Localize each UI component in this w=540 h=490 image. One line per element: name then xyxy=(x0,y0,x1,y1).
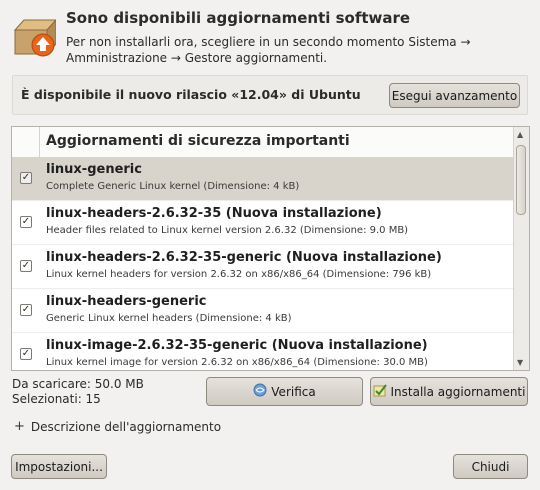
scroll-up-icon[interactable]: ▲ xyxy=(517,130,523,139)
release-banner: È disponibile il nuovo rilascio «12.04» … xyxy=(12,75,528,115)
update-checkbox[interactable]: ✓ xyxy=(20,260,32,272)
settings-button[interactable]: Impostazioni... xyxy=(11,454,107,479)
install-check-icon xyxy=(373,383,387,400)
column-separator xyxy=(39,127,40,157)
update-checkbox[interactable]: ✓ xyxy=(20,216,32,228)
description-expander-label: Descrizione dell'aggiornamento xyxy=(30,419,222,434)
package-update-icon xyxy=(12,14,58,58)
update-list[interactable]: Aggiornamenti di sicurezza importanti ✓ … xyxy=(11,126,530,371)
install-button-label: Installa aggiornamenti xyxy=(390,384,526,399)
list-item[interactable]: ✓ linux-headers-generic Generic Linux ke… xyxy=(12,289,514,333)
package-description: Header files related to Linux kernel ver… xyxy=(46,225,409,236)
update-rows: ✓ linux-generic Complete Generic Linux k… xyxy=(12,157,514,370)
package-description: Linux kernel image for version 2.6.32 on… xyxy=(46,357,428,368)
package-name: linux-headers-generic xyxy=(46,294,207,309)
list-item[interactable]: ✓ linux-image-2.6.32-35-generic (Nuova i… xyxy=(12,333,514,370)
update-checkbox[interactable]: ✓ xyxy=(20,172,32,184)
refresh-globe-icon xyxy=(253,383,267,400)
update-manager-window: { "header": { "icon": "package-update-ic… xyxy=(0,0,540,490)
release-banner-text: È disponibile il nuovo rilascio «12.04» … xyxy=(21,87,361,102)
package-name: linux-headers-2.6.32-35-generic (Nuova i… xyxy=(46,250,442,265)
list-item[interactable]: ✓ linux-headers-2.6.32-35 (Nuova install… xyxy=(12,201,514,245)
download-size-text: Da scaricare: 50.0 MB xyxy=(12,377,144,391)
description-expander[interactable]: + Descrizione dell'aggiornamento xyxy=(14,419,221,434)
selected-count-text: Selezionati: 15 xyxy=(12,392,101,406)
vertical-scrollbar[interactable]: ▲ ▼ xyxy=(513,127,529,370)
package-description: Complete Generic Linux kernel (Dimension… xyxy=(46,181,300,192)
package-description: Linux kernel headers for version 2.6.32 … xyxy=(46,269,432,280)
install-updates-button[interactable]: Installa aggiornamenti xyxy=(370,377,528,406)
package-name: linux-headers-2.6.32-35 (Nuova installaz… xyxy=(46,206,382,221)
scrollbar-thumb[interactable] xyxy=(516,145,526,215)
expand-plus-icon[interactable]: + xyxy=(14,419,25,434)
update-list-header[interactable]: Aggiornamenti di sicurezza importanti xyxy=(12,127,514,158)
header-title: Sono disponibili aggiornamenti software xyxy=(66,9,411,27)
package-description: Generic Linux kernel headers (Dimensione… xyxy=(46,313,292,324)
scroll-down-icon[interactable]: ▼ xyxy=(517,358,523,367)
list-item[interactable]: ✓ linux-headers-2.6.32-35-generic (Nuova… xyxy=(12,245,514,289)
update-checkbox[interactable]: ✓ xyxy=(20,304,32,316)
package-name: linux-generic xyxy=(46,162,142,177)
verify-button-label: Verifica xyxy=(271,384,316,399)
header-subtitle: Per non installarli ora, scegliere in un… xyxy=(66,35,471,65)
verify-button[interactable]: Verifica xyxy=(206,377,363,406)
close-button[interactable]: Chiudi xyxy=(453,454,528,479)
list-item[interactable]: ✓ linux-generic Complete Generic Linux k… xyxy=(12,157,514,201)
update-category-title: Aggiornamenti di sicurezza importanti xyxy=(46,133,350,149)
upgrade-button[interactable]: Esegui avanzamento xyxy=(389,83,520,108)
update-checkbox[interactable]: ✓ xyxy=(20,348,32,360)
package-name: linux-image-2.6.32-35-generic (Nuova ins… xyxy=(46,338,428,353)
